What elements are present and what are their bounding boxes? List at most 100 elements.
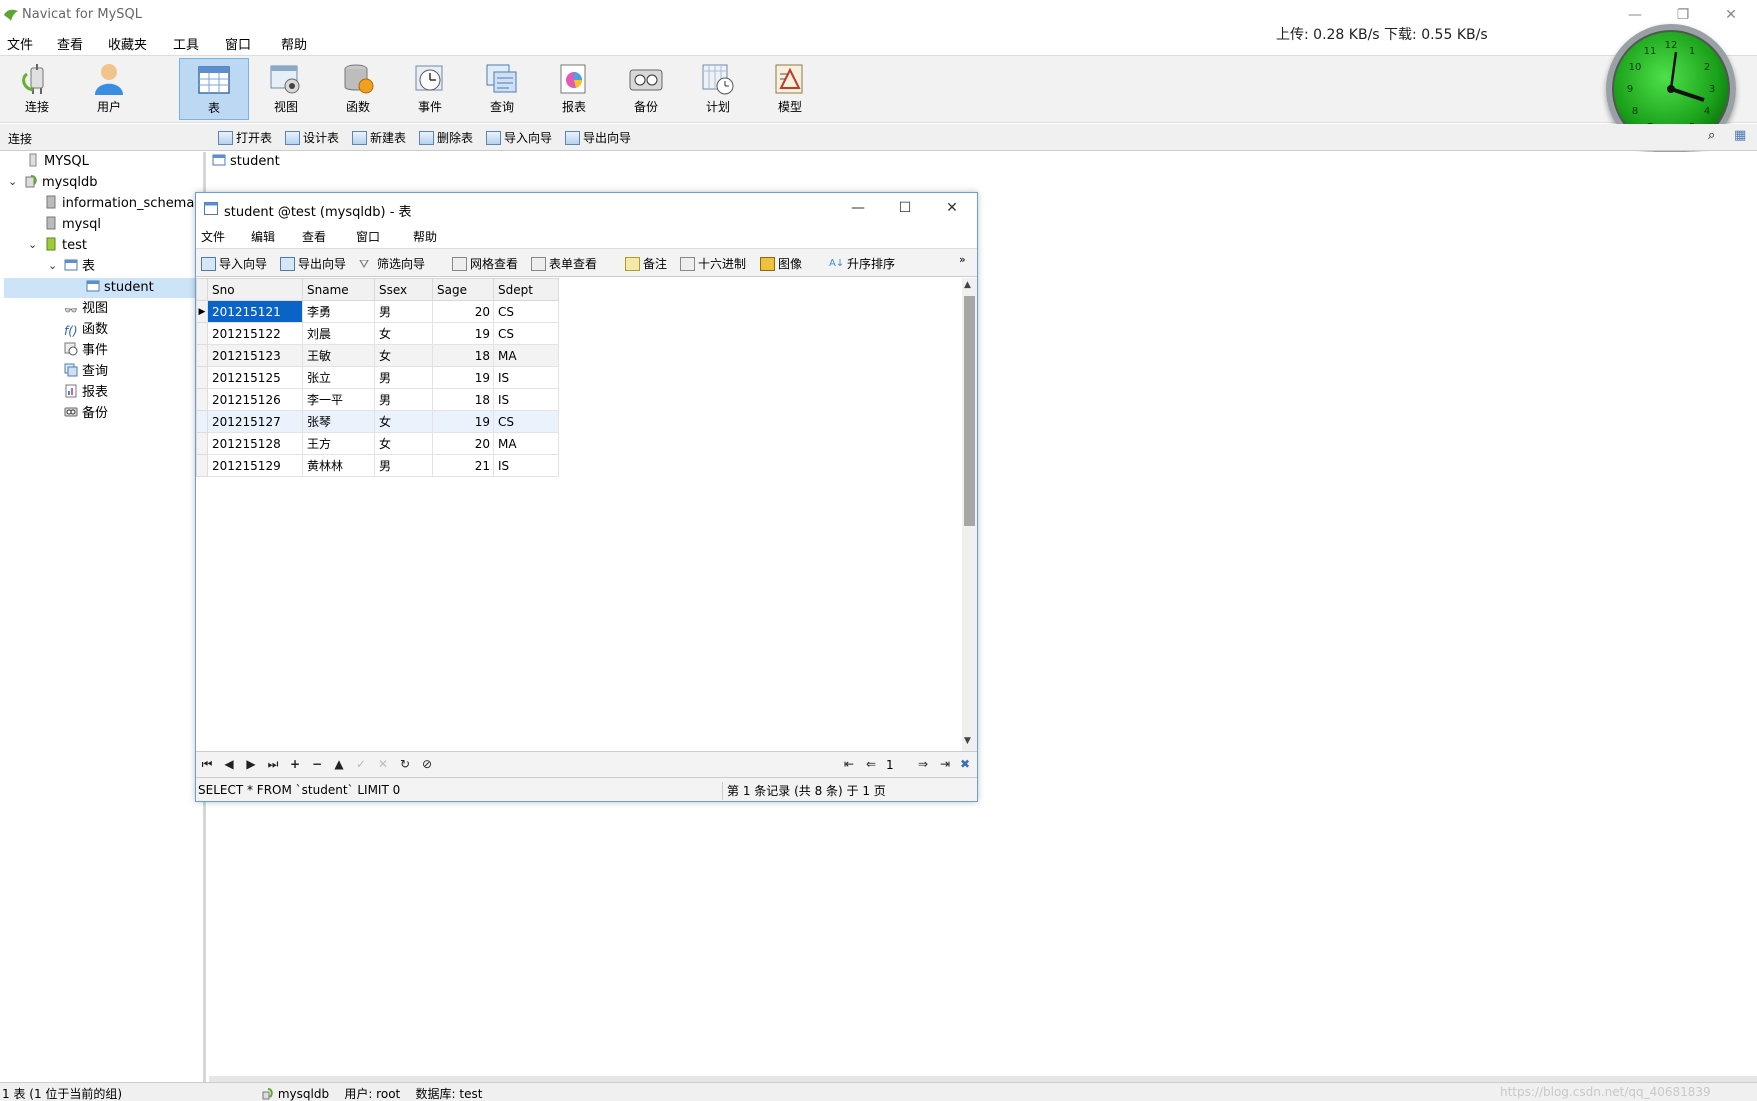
previous-page-icon[interactable]: ⇐ [862,757,880,771]
cell-sage[interactable]: 19 [432,322,494,345]
discard-changes-icon[interactable]: ✕ [374,757,392,771]
cell-sdept[interactable]: IS [493,388,559,411]
cell-ssex[interactable]: 女 [374,410,433,433]
last-record-icon[interactable]: ⏭ [264,757,282,772]
child-menu-view[interactable]: 查看 [302,228,326,245]
next-record-icon[interactable]: ▶ [242,757,260,771]
cell-sname[interactable]: 李一平 [302,388,375,411]
toolbar-model-button[interactable]: 模型 [755,58,825,120]
first-page-icon[interactable]: ⇤ [840,757,858,771]
cell-sage[interactable]: 18 [432,388,494,411]
first-record-icon[interactable]: ⏮ [198,757,216,772]
cell-sname[interactable]: 刘晨 [302,322,375,345]
image-button[interactable]: 图像 [759,255,802,273]
restore-button[interactable]: ❐ [1668,4,1698,26]
toolbar-table-button[interactable]: 表 [179,58,249,120]
page-number-field[interactable]: 1 [886,758,910,773]
toolbar-view-button[interactable]: 视图 [251,58,321,120]
menu-favorites[interactable]: 收藏夹 [108,34,147,53]
toolbar-user-button[interactable]: 用户 [74,58,144,120]
tree-connection-mysql[interactable]: MYSQL [26,152,89,172]
cell-sname[interactable]: 李勇 [302,300,375,323]
cell-sno[interactable]: 201215122 [207,322,303,345]
menu-window[interactable]: 窗口 [225,34,251,53]
delete-record-icon[interactable]: − [308,757,326,771]
cell-sdept[interactable]: CS [493,410,559,433]
design-table-button[interactable]: 设计表 [283,128,339,148]
cell-sname[interactable]: 张立 [302,366,375,389]
column-header-sdept[interactable]: Sdept [493,278,559,301]
child-menu-edit[interactable]: 编辑 [251,228,275,245]
cell-sno[interactable]: 201215121 [207,300,303,323]
cell-sdept[interactable]: CS [493,300,559,323]
menu-file[interactable]: 文件 [7,34,33,53]
column-header-sname[interactable]: Sname [302,278,375,301]
form-view-button[interactable]: 表单查看 [530,255,597,273]
memo-button[interactable]: 备注 [624,255,667,273]
cell-ssex[interactable]: 男 [374,454,433,477]
previous-record-icon[interactable]: ◀ [220,757,238,771]
table-row[interactable]: ▶ 201215121 李勇 男 20 CS [196,300,559,323]
scroll-up-icon[interactable]: ▲ [964,280,971,290]
last-page-icon[interactable]: ⇥ [936,757,954,771]
child-maximize-button[interactable]: ☐ [890,197,920,219]
toolbar-function-button[interactable]: 函数 [323,58,393,120]
tree-schema-test[interactable]: test [44,236,87,256]
new-table-button[interactable]: 新建表 [350,128,406,148]
toolbar-query-button[interactable]: 查询 [467,58,537,120]
cell-ssex[interactable]: 男 [374,366,433,389]
cell-ssex[interactable]: 男 [374,300,433,323]
settings-tools-icon[interactable]: ✖ [956,757,974,771]
cell-ssex[interactable]: 女 [374,322,433,345]
column-header-sno[interactable]: Sno [207,278,303,301]
tree-database-mysqldb[interactable]: mysqldb [24,173,98,193]
table-row[interactable]: 201215129 黄林林 男 21 IS [196,454,559,477]
cell-sage[interactable]: 21 [432,454,494,477]
table-row[interactable]: 201215128 王方 女 20 MA [196,432,559,455]
scrollbar-thumb[interactable] [964,296,975,526]
child-menu-help[interactable]: 帮助 [413,228,437,245]
child-menu-file[interactable]: 文件 [201,228,225,245]
tree-folder-functions[interactable]: f() 函数 [64,320,108,340]
child-close-button[interactable]: ✕ [937,197,967,219]
tree-folder-reports[interactable]: 报表 [64,383,108,403]
cell-ssex[interactable]: 男 [374,388,433,411]
toolbar-backup-button[interactable]: 备份 [611,58,681,120]
chevron-down-icon[interactable]: ⌄ [48,259,57,272]
table-row[interactable]: 201215127 张琴 女 19 CS [196,410,559,433]
chevron-down-icon[interactable]: ⌄ [28,238,37,251]
cell-sdept[interactable]: MA [493,344,559,367]
tree-folder-tables[interactable]: 表 [64,257,95,277]
column-header-ssex[interactable]: Ssex [374,278,433,301]
toolbar-report-button[interactable]: 报表 [539,58,609,120]
cell-sno[interactable]: 201215127 [207,410,303,433]
table-row[interactable]: 201215126 李一平 男 18 IS [196,388,559,411]
cell-ssex[interactable]: 女 [374,344,433,367]
add-record-icon[interactable]: + [286,757,304,771]
cell-sno[interactable]: 201215125 [207,366,303,389]
chevron-down-icon[interactable]: ⌄ [8,175,17,188]
cell-sname[interactable]: 王方 [302,432,375,455]
toolbar-connection-button[interactable]: 连接 [2,58,72,120]
cell-sno[interactable]: 201215126 [207,388,303,411]
child-menu-window[interactable]: 窗口 [356,228,380,245]
cell-sno[interactable]: 201215128 [207,432,303,455]
grid-view-icon[interactable]: ▦ [1734,128,1746,143]
export-wizard-button[interactable]: 导出向导 [279,255,346,273]
filter-wizard-button[interactable]: ⛛ 筛选向导 [358,255,425,273]
export-wizard-button[interactable]: 导出向导 [563,128,631,148]
refresh-icon[interactable]: ↻ [396,757,414,771]
import-wizard-button[interactable]: 导入向导 [484,128,552,148]
cell-sage[interactable]: 20 [432,432,494,455]
cell-sdept[interactable]: IS [493,454,559,477]
menu-tools[interactable]: 工具 [173,34,199,53]
vertical-scrollbar[interactable]: ▲ ▼ [962,278,977,751]
cell-sdept[interactable]: IS [493,366,559,389]
column-header-sage[interactable]: Sage [432,278,494,301]
child-minimize-button[interactable]: — [843,197,873,219]
minimize-button[interactable]: — [1620,4,1650,26]
next-page-icon[interactable]: ⇒ [914,757,932,771]
cell-sage[interactable]: 19 [432,366,494,389]
tree-schema-information-schema[interactable]: information_schema [44,194,194,214]
table-row[interactable]: 201215122 刘晨 女 19 CS [196,322,559,345]
